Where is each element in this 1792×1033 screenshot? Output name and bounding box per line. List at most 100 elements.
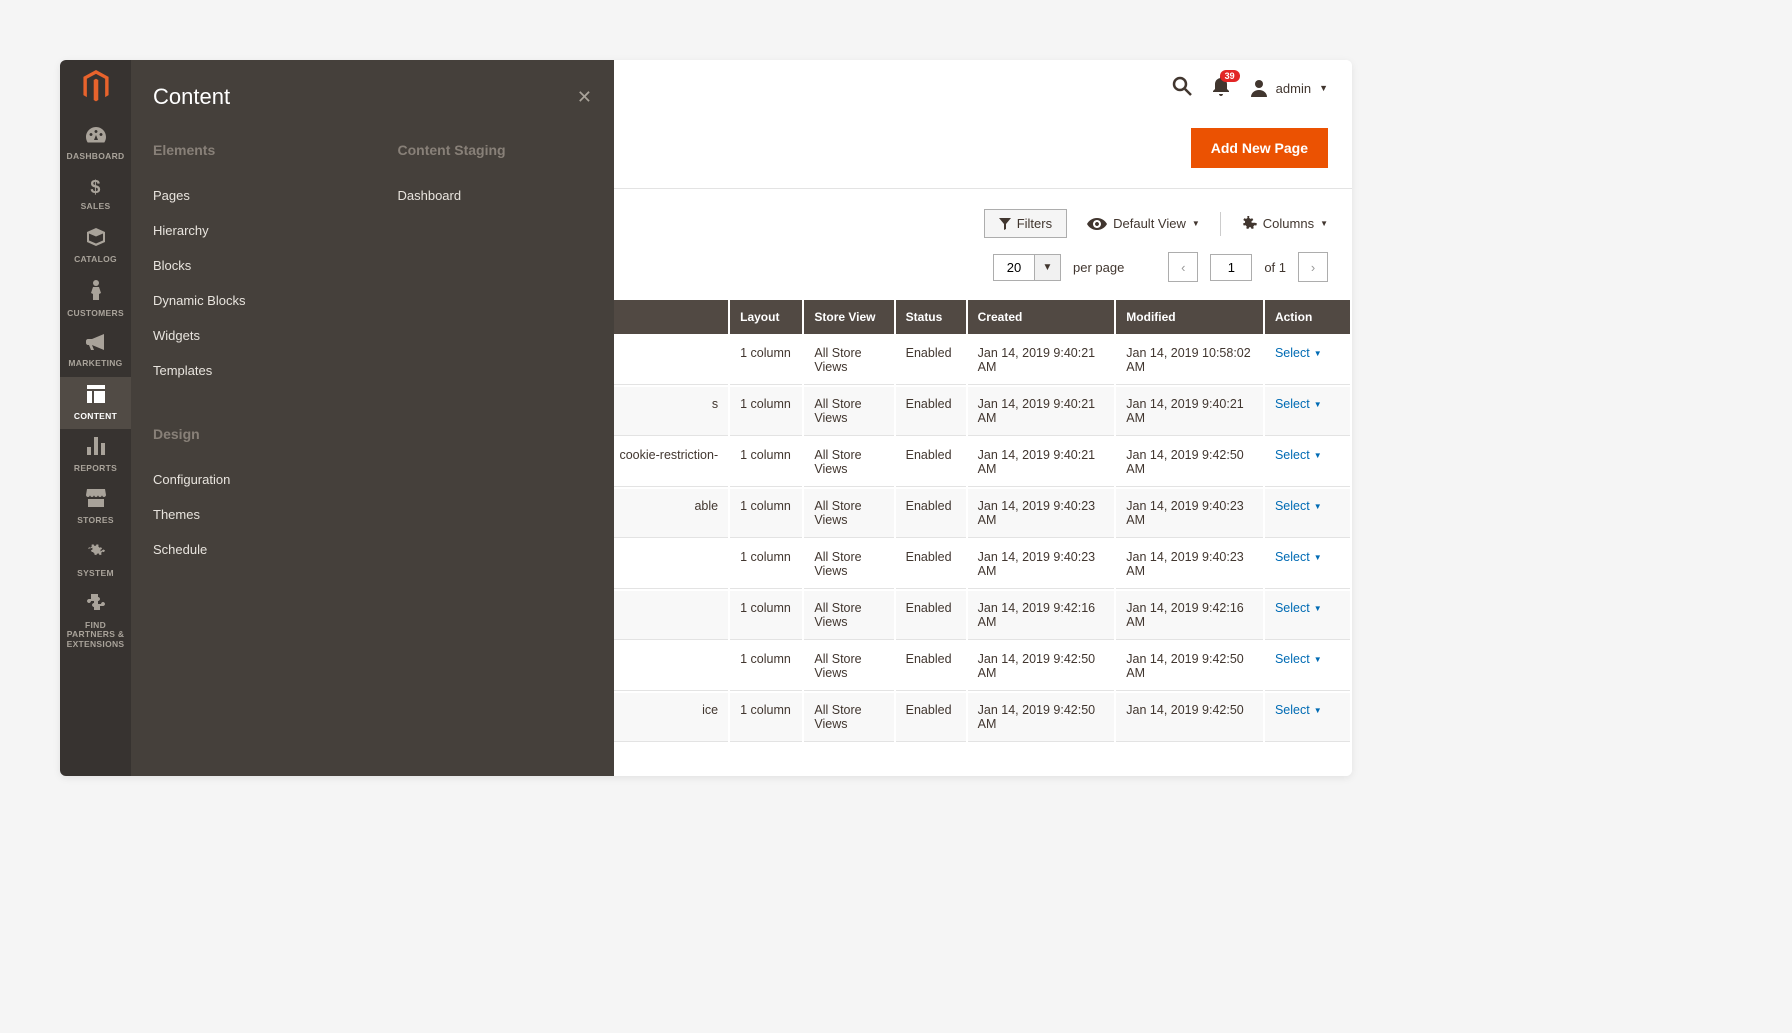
gear-icon	[1241, 216, 1257, 232]
bar-chart-icon	[87, 437, 105, 460]
cell-store: All Store Views	[804, 591, 893, 640]
chevron-down-icon: ▼	[1314, 655, 1322, 664]
submenu-section-staging: Content Staging	[398, 142, 593, 158]
select-action[interactable]: Select ▼	[1275, 448, 1322, 462]
cell-created: Jan 14, 2019 9:40:23 AM	[968, 489, 1115, 538]
next-page-button[interactable]: ›	[1298, 252, 1328, 282]
cell-modified: Jan 14, 2019 9:40:21 AM	[1116, 387, 1263, 436]
submenu-section-design: Design	[153, 426, 348, 442]
cell-modified: Jan 14, 2019 9:42:16 AM	[1116, 591, 1263, 640]
grid-header-action: Action	[1265, 300, 1350, 334]
submenu-link-schedule[interactable]: Schedule	[153, 532, 348, 567]
cell-layout: 1 column	[730, 387, 802, 436]
chevron-down-icon: ▼	[1320, 219, 1328, 228]
cell-status: Enabled	[896, 387, 966, 436]
cell-action: Select ▼	[1265, 489, 1350, 538]
cell-action: Select ▼	[1265, 540, 1350, 589]
submenu-link-configuration[interactable]: Configuration	[153, 462, 348, 497]
puzzle-icon	[87, 594, 105, 617]
cell-action: Select ▼	[1265, 591, 1350, 640]
sidebar-item-system[interactable]: SYSTEM	[60, 534, 131, 586]
magento-logo-icon[interactable]	[82, 70, 110, 107]
sidebar-item-stores[interactable]: STORES	[60, 481, 131, 533]
add-new-page-button[interactable]: Add New Page	[1191, 128, 1328, 168]
cell-status: Enabled	[896, 489, 966, 538]
chevron-down-icon: ▼	[1314, 553, 1322, 562]
submenu-link-staging-dashboard[interactable]: Dashboard	[398, 178, 593, 213]
cell-layout: 1 column	[730, 489, 802, 538]
person-icon	[90, 280, 102, 305]
chevron-down-icon[interactable]: ▼	[1035, 254, 1061, 281]
prev-page-button[interactable]: ‹	[1168, 252, 1198, 282]
chevron-down-icon: ▼	[1314, 604, 1322, 613]
filters-button[interactable]: Filters	[984, 209, 1067, 238]
cell-modified: Jan 14, 2019 9:40:23 AM	[1116, 489, 1263, 538]
select-action[interactable]: Select ▼	[1275, 652, 1322, 666]
submenu-link-blocks[interactable]: Blocks	[153, 248, 348, 283]
grid-header-created[interactable]: Created	[968, 300, 1115, 334]
cell-status: Enabled	[896, 642, 966, 691]
submenu-section-elements: Elements	[153, 142, 348, 158]
search-icon[interactable]	[1172, 76, 1192, 101]
cell-layout: 1 column	[730, 336, 802, 385]
cell-modified: Jan 14, 2019 9:42:50 AM	[1116, 438, 1263, 487]
megaphone-icon	[86, 334, 106, 355]
sidebar-item-marketing[interactable]: MARKETING	[60, 326, 131, 376]
cell-created: Jan 14, 2019 9:42:50 AM	[968, 693, 1115, 742]
current-page-input[interactable]	[1210, 254, 1252, 281]
cell-status: Enabled	[896, 693, 966, 742]
sidebar-item-catalog[interactable]: CATALOG	[60, 220, 131, 272]
cell-action: Select ▼	[1265, 693, 1350, 742]
submenu-link-pages[interactable]: Pages	[153, 178, 348, 213]
chevron-down-icon: ▼	[1314, 706, 1322, 715]
cell-store: All Store Views	[804, 693, 893, 742]
user-menu[interactable]: admin ▼	[1250, 79, 1328, 97]
select-action[interactable]: Select ▼	[1275, 550, 1322, 564]
cell-modified: Jan 14, 2019 10:58:02 AM	[1116, 336, 1263, 385]
select-action[interactable]: Select ▼	[1275, 397, 1322, 411]
close-icon[interactable]: ✕	[577, 87, 592, 108]
columns-button[interactable]: Columns ▼	[1241, 216, 1328, 232]
sidebar-item-customers[interactable]: CUSTOMERS	[60, 272, 131, 326]
cell-layout: 1 column	[730, 540, 802, 589]
submenu-link-dynamic-blocks[interactable]: Dynamic Blocks	[153, 283, 348, 318]
admin-sidebar: DASHBOARD $ SALES CATALOG CUSTOMERS MARK…	[60, 60, 131, 776]
divider	[1220, 212, 1221, 236]
of-pages-label: of 1	[1264, 260, 1286, 275]
dollar-icon: $	[90, 177, 100, 198]
sidebar-item-reports[interactable]: REPORTS	[60, 429, 131, 481]
cell-layout: 1 column	[730, 642, 802, 691]
app-window: DASHBOARD $ SALES CATALOG CUSTOMERS MARK…	[60, 60, 1352, 776]
submenu-title: Content	[153, 84, 230, 110]
cell-store: All Store Views	[804, 489, 893, 538]
default-view-button[interactable]: Default View ▼	[1087, 216, 1200, 231]
submenu-link-templates[interactable]: Templates	[153, 353, 348, 388]
sidebar-item-content[interactable]: CONTENT	[60, 377, 131, 429]
sidebar-item-dashboard[interactable]: DASHBOARD	[60, 119, 131, 169]
gauge-icon	[86, 127, 106, 148]
cell-layout: 1 column	[730, 438, 802, 487]
chevron-down-icon: ▼	[1314, 502, 1322, 511]
page-size-input[interactable]	[993, 254, 1035, 281]
submenu-link-themes[interactable]: Themes	[153, 497, 348, 532]
select-action[interactable]: Select ▼	[1275, 346, 1322, 360]
sidebar-item-partners[interactable]: FIND PARTNERS & EXTENSIONS	[60, 586, 131, 657]
cell-store: All Store Views	[804, 642, 893, 691]
submenu-link-hierarchy[interactable]: Hierarchy	[153, 213, 348, 248]
select-action[interactable]: Select ▼	[1275, 601, 1322, 615]
chevron-down-icon: ▼	[1314, 451, 1322, 460]
cell-created: Jan 14, 2019 9:42:50 AM	[968, 642, 1115, 691]
grid-header-store[interactable]: Store View	[804, 300, 893, 334]
cell-store: All Store Views	[804, 387, 893, 436]
notification-icon[interactable]: 39	[1212, 76, 1230, 101]
sidebar-item-sales[interactable]: $ SALES	[60, 169, 131, 219]
select-action[interactable]: Select ▼	[1275, 499, 1322, 513]
cell-action: Select ▼	[1265, 642, 1350, 691]
grid-header-layout[interactable]: Layout	[730, 300, 802, 334]
chevron-down-icon: ▼	[1192, 219, 1200, 228]
grid-header-modified[interactable]: Modified	[1116, 300, 1263, 334]
select-action[interactable]: Select ▼	[1275, 703, 1322, 717]
content-submenu: Content ✕ Elements Pages Hierarchy Block…	[131, 60, 614, 776]
submenu-link-widgets[interactable]: Widgets	[153, 318, 348, 353]
grid-header-status[interactable]: Status	[896, 300, 966, 334]
